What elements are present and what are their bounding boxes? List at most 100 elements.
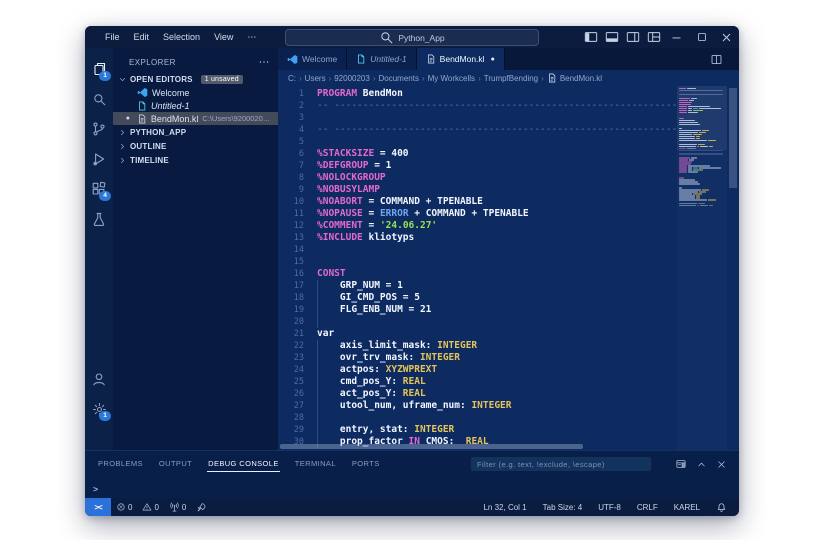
debug-filter-input[interactable] (477, 460, 645, 469)
menu-item-edit[interactable]: Edit (128, 30, 156, 45)
code-line[interactable]: 19 FLG_ENB_NUM = 21 (278, 304, 677, 316)
menu-item-view[interactable]: View (208, 30, 239, 45)
status-errors[interactable]: 0 (111, 498, 137, 516)
panel-tab-ports[interactable]: PORTS (351, 456, 381, 472)
activity-item-account[interactable] (85, 364, 113, 394)
code-line[interactable]: 13%INCLUDE kliotyps (278, 232, 677, 244)
code-line[interactable]: 24 actpos: XYZWPREXT (278, 364, 677, 376)
open-editor-item[interactable]: Untitled-1 (113, 99, 278, 112)
panel-tab-problems[interactable]: PROBLEMS (97, 456, 144, 472)
activity-item-testing[interactable] (85, 204, 113, 234)
activity-item-extensions[interactable]: 4 (85, 174, 113, 204)
maximize-button[interactable] (689, 26, 714, 48)
code-line[interactable]: 28 (278, 412, 677, 424)
status-ln-32--col-1[interactable]: Ln 32, Col 1 (477, 498, 532, 516)
status-warnings[interactable]: 0 (137, 498, 163, 516)
breadcrumb-item[interactable]: My Workcells (428, 74, 475, 83)
status-karel[interactable]: KAREL (668, 498, 706, 516)
section-python_app[interactable]: PYTHON_APP (113, 125, 278, 139)
status-crlf[interactable]: CRLF (631, 498, 664, 516)
code-line[interactable]: 23 ovr_trv_mask: INTEGER (278, 352, 677, 364)
code-line[interactable]: 14 (278, 244, 677, 256)
status-tab-size--4[interactable]: Tab Size: 4 (537, 498, 589, 516)
code-line[interactable]: 11%NOPAUSE = ERROR + COMMAND + TPENABLE (278, 208, 677, 220)
breadcrumb-item[interactable]: 92000203 (334, 74, 370, 83)
more-actions-icon[interactable] (258, 56, 270, 68)
code-line[interactable]: 6%STACKSIZE = 400 (278, 148, 677, 160)
code-line[interactable]: 1PROGRAM BendMon (278, 88, 677, 100)
split-editor-icon[interactable] (710, 53, 723, 66)
debug-console-content[interactable]: > (85, 475, 739, 498)
line-content: %COMMENT = '24.06.27' (315, 220, 677, 232)
breadcrumb-item[interactable]: Documents (379, 74, 419, 83)
open-editor-item[interactable]: Welcome (113, 86, 278, 99)
code-line[interactable]: 25 cmd_pos_Y: REAL (278, 376, 677, 388)
code-line[interactable]: 3 (278, 112, 677, 124)
status-utf-8[interactable]: UTF-8 (592, 498, 627, 516)
menu-item-file[interactable]: File (99, 30, 126, 45)
open-editor-item[interactable]: ●BendMon.klC:\Users\92000203\... (113, 112, 278, 125)
close-button[interactable] (714, 26, 739, 48)
code-line[interactable]: 4-- ------------------------------------… (278, 124, 677, 136)
minimize-button[interactable] (664, 26, 689, 48)
minimap[interactable] (677, 86, 727, 450)
code-line[interactable]: 21var (278, 328, 677, 340)
panel-tab-output[interactable]: OUTPUT (158, 456, 193, 472)
code-editor[interactable]: 1PROGRAM BendMon2-- --------------------… (278, 86, 739, 450)
toggle-secondary-sidebar-icon[interactable] (622, 26, 643, 48)
toggle-sidebar-icon[interactable] (580, 26, 601, 48)
panel-tab-terminal[interactable]: TERMINAL (294, 456, 337, 472)
panel-close-icon[interactable] (716, 459, 727, 470)
code-line[interactable]: 5 (278, 136, 677, 148)
chevron-up-icon[interactable] (696, 459, 707, 470)
indent-guide-icon (317, 376, 318, 388)
activity-item-source-control[interactable] (85, 114, 113, 144)
tab-untitled-1[interactable]: Untitled-1 (347, 48, 416, 70)
tab-label: Untitled-1 (370, 54, 406, 64)
breadcrumb-item[interactable]: BendMon.kl (560, 74, 602, 83)
code-line[interactable]: 17 GRP_NUM = 1 (278, 280, 677, 292)
file-lines-icon (547, 73, 557, 83)
customize-layout-icon[interactable] (643, 26, 664, 48)
tab-welcome[interactable]: Welcome (278, 48, 347, 70)
breadcrumb-separator: › (422, 74, 425, 83)
breadcrumb-item[interactable]: TrumpfBending (484, 74, 538, 83)
vertical-scrollbar[interactable] (727, 86, 739, 450)
code-line[interactable]: 18 GI_CMD_POS = 5 (278, 292, 677, 304)
breadcrumb-item[interactable]: Users (305, 74, 326, 83)
activity-item-run-debug[interactable] (85, 144, 113, 174)
menu-item-selection[interactable]: Selection (157, 30, 206, 45)
code-line[interactable]: 22 axis_limit_mask: INTEGER (278, 340, 677, 352)
command-center-search[interactable]: Python_App (285, 29, 539, 46)
code-line[interactable]: 9%NOBUSYLAMP (278, 184, 677, 196)
section-outline[interactable]: OUTLINE (113, 139, 278, 153)
horizontal-scrollbar[interactable] (278, 444, 677, 449)
code-line[interactable]: 29 entry, stat: INTEGER (278, 424, 677, 436)
line-number: 10 (278, 196, 315, 208)
bell-icon[interactable] (710, 498, 733, 516)
open-editors-header[interactable]: OPEN EDITORS 1 unsaved (113, 72, 278, 86)
code-line[interactable]: 10%NOABORT = COMMAND + TPENABLE (278, 196, 677, 208)
section-timeline[interactable]: TIMELINE (113, 153, 278, 167)
code-line[interactable]: 8%NOLOCKGROUP (278, 172, 677, 184)
breadcrumb-item[interactable]: C: (288, 74, 296, 83)
code-line[interactable]: 12%COMMENT = '24.06.27' (278, 220, 677, 232)
status-ports[interactable]: 0 (164, 498, 191, 516)
panel-tab-debug-console[interactable]: DEBUG CONSOLE (207, 456, 280, 472)
code-line[interactable]: 27 utool_num, uframe_num: INTEGER (278, 400, 677, 412)
code-line[interactable]: 15 (278, 256, 677, 268)
code-line[interactable]: 26 act_pos_Y: REAL (278, 388, 677, 400)
tab-bendmon-kl[interactable]: BendMon.kl● (417, 48, 505, 70)
activity-item-settings[interactable]: 1 (85, 394, 113, 424)
code-line[interactable]: 16CONST (278, 268, 677, 280)
code-line[interactable]: 20 (278, 316, 677, 328)
activity-item-search[interactable] (85, 84, 113, 114)
activity-item-explorer[interactable]: 1 (85, 54, 113, 84)
menu-item-[interactable]: ⋯ (241, 30, 262, 45)
filter-results-icon[interactable] (675, 458, 687, 470)
status-remote[interactable]: >< (85, 498, 111, 516)
code-line[interactable]: 2-- ------------------------------------… (278, 100, 677, 112)
toggle-panel-icon[interactable] (601, 26, 622, 48)
code-line[interactable]: 7%DEFGROUP = 1 (278, 160, 677, 172)
status-launch[interactable] (191, 498, 212, 516)
